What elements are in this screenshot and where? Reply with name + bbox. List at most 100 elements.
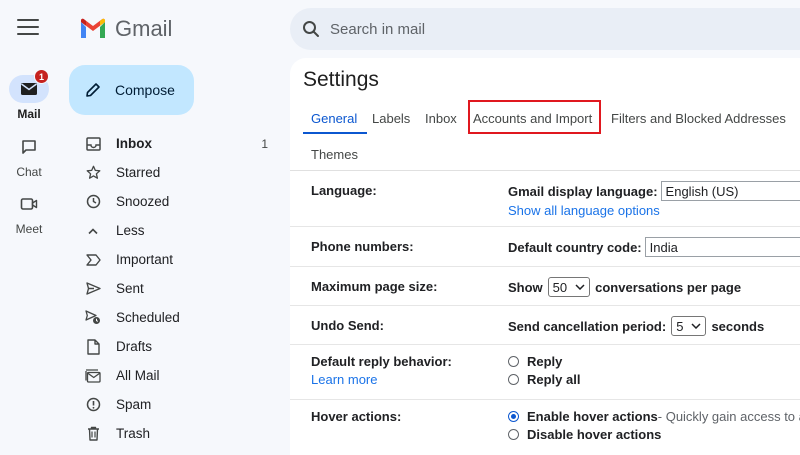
nav-item-drafts[interactable]: Drafts [69, 332, 284, 361]
search-bar[interactable] [290, 8, 800, 50]
important-icon [85, 252, 101, 268]
disable-hover-option[interactable]: Disable hover actions [508, 427, 661, 442]
nav-label-trash: Trash [116, 426, 151, 441]
main-menu-button[interactable] [17, 19, 39, 37]
phone-value-group: Default country code: India [508, 237, 800, 257]
gmail-m-icon [81, 18, 105, 38]
nav-item-less[interactable]: Less [69, 216, 284, 245]
undo-send-value-group: Send cancellation period: 5 seconds [508, 316, 764, 336]
page-size-value-group: Show 50 conversations per page [508, 277, 741, 297]
nav-label-all-mail: All Mail [116, 368, 160, 383]
page-size-suffix: conversations per page [595, 279, 742, 295]
tab-general[interactable]: General [311, 111, 357, 126]
rail-label-chat: Chat [16, 165, 42, 179]
reply-option[interactable]: Reply [508, 354, 562, 369]
cancellation-period-value: 5 [676, 318, 684, 334]
enable-hover-option[interactable]: Enable hover actions - Quickly gain acce… [508, 409, 800, 424]
star-icon [85, 165, 101, 181]
compose-label: Compose [115, 82, 175, 98]
mail-icon [21, 83, 37, 95]
display-language-select[interactable]: English (US) [660, 181, 800, 201]
reply-behavior-label: Default reply behavior: [311, 354, 452, 369]
settings-panel: Settings General Labels Inbox Accounts a… [290, 58, 800, 455]
app-rail: 1 Mail Chat Meet [0, 0, 58, 455]
setting-row-phone: Phone numbers: Default country code: Ind… [290, 227, 800, 267]
cancellation-period-suffix: seconds [711, 318, 765, 334]
setting-row-language: Language: Gmail display language: Englis… [290, 171, 800, 227]
reply-all-option-label: Reply all [527, 372, 581, 387]
tab-inbox[interactable]: Inbox [425, 111, 457, 126]
nav-label-less: Less [116, 223, 145, 238]
mail-unread-badge: 1 [34, 69, 49, 84]
nav-label-scheduled: Scheduled [116, 310, 180, 325]
tab-labels[interactable]: Labels [372, 111, 410, 126]
tab-highlight-box [468, 100, 601, 134]
page-size-value: 50 [552, 279, 568, 295]
hover-actions-label: Hover actions: [311, 409, 402, 424]
rail-item-meet[interactable]: Meet [0, 190, 58, 236]
logo-text: Gmail [115, 16, 173, 41]
show-all-languages-link[interactable]: Show all language options [508, 203, 660, 218]
reply-learn-more-link[interactable]: Learn more [311, 372, 377, 387]
nav-item-trash[interactable]: Trash [69, 419, 284, 448]
inbox-count: 1 [261, 136, 268, 151]
nav-label-inbox: Inbox [116, 136, 152, 151]
all-mail-icon [85, 368, 101, 384]
nav-item-all-mail[interactable]: All Mail [69, 361, 284, 390]
display-language-label: Gmail display language: [508, 183, 658, 199]
setting-row-page-size: Maximum page size: Show 50 conversations… [290, 267, 800, 306]
nav-label-important: Important [116, 252, 174, 267]
clock-icon [85, 194, 101, 210]
reply-radio[interactable] [508, 356, 519, 367]
cancellation-period-label: Send cancellation period: [508, 318, 667, 334]
scheduled-icon [85, 310, 101, 326]
page-size-select[interactable]: 50 [547, 277, 591, 297]
trash-icon [85, 426, 101, 442]
enable-hover-label: Enable hover actions [527, 409, 658, 424]
nav-item-snoozed[interactable]: Snoozed [69, 187, 284, 216]
search-input[interactable] [330, 20, 730, 38]
country-code-label: Default country code: [508, 239, 642, 255]
nav-item-starred[interactable]: Starred [69, 158, 284, 187]
cancellation-period-select[interactable]: 5 [671, 316, 707, 336]
nav-label-spam: Spam [116, 397, 152, 412]
nav-label-snoozed: Snoozed [116, 194, 170, 209]
inbox-icon [85, 136, 101, 152]
tab-filters-and-blocked-addresses[interactable]: Filters and Blocked Addresses [611, 111, 786, 126]
setting-row-reply-behavior: Default reply behavior: Learn more Reply… [290, 345, 800, 400]
video-icon [20, 198, 38, 210]
disable-hover-radio[interactable] [508, 429, 519, 440]
nav-item-sent[interactable]: Sent [69, 274, 284, 303]
compose-button[interactable]: Compose [69, 65, 194, 115]
rail-label-meet: Meet [15, 222, 43, 236]
mail-nav: Inbox 1 Starred Snoozed Less Important S… [69, 129, 284, 448]
rail-item-mail[interactable]: 1 Mail [0, 69, 58, 121]
nav-item-scheduled[interactable]: Scheduled [69, 303, 284, 332]
nav-item-important[interactable]: Important [69, 245, 284, 274]
nav-item-spam[interactable]: Spam [69, 390, 284, 419]
disable-hover-label: Disable hover actions [527, 427, 662, 442]
chat-icon [22, 140, 36, 154]
pencil-icon [86, 83, 100, 97]
page-title: Settings [303, 68, 379, 91]
page-size-prefix: Show [508, 279, 543, 295]
enable-hover-radio[interactable] [508, 411, 519, 422]
country-code-select[interactable]: India [644, 237, 800, 257]
tab-themes[interactable]: Themes [311, 147, 358, 162]
undo-send-label: Undo Send: [311, 318, 384, 333]
phone-label: Phone numbers: [311, 239, 414, 254]
nav-item-inbox[interactable]: Inbox 1 [69, 129, 284, 158]
gmail-logo[interactable]: Gmail [79, 16, 172, 42]
enable-hover-description: - Quickly gain access to a [657, 409, 800, 424]
chevron-down-icon [691, 323, 701, 329]
reply-option-label: Reply [527, 354, 563, 369]
active-tab-underline [303, 132, 367, 134]
page-size-label: Maximum page size: [311, 279, 438, 294]
draft-icon [85, 338, 101, 355]
rail-item-chat[interactable]: Chat [0, 133, 58, 179]
search-icon[interactable] [302, 20, 320, 38]
reply-all-radio[interactable] [508, 374, 519, 385]
rail-label-mail: Mail [17, 107, 41, 121]
reply-all-option[interactable]: Reply all [508, 372, 580, 387]
nav-label-sent: Sent [116, 281, 144, 296]
